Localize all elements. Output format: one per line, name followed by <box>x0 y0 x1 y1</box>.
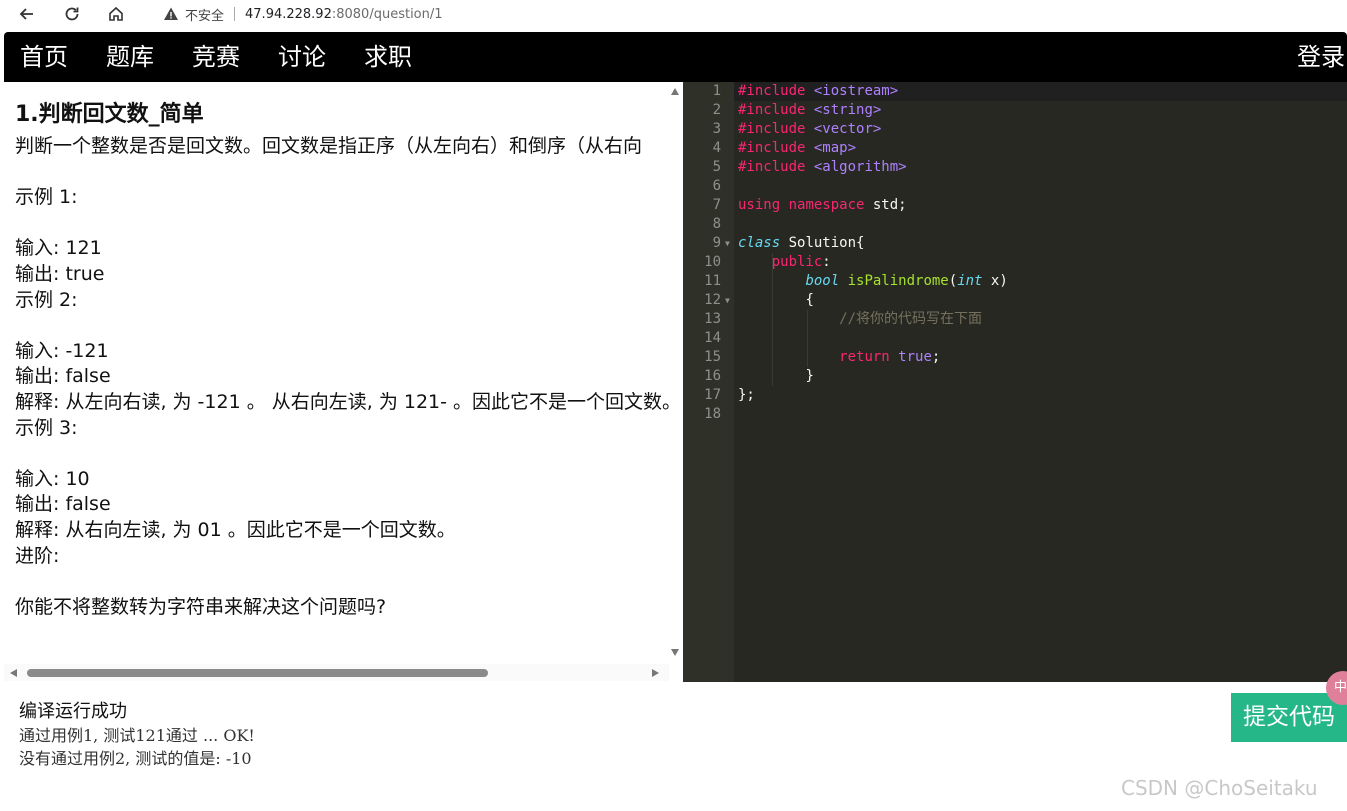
reload-icon[interactable] <box>60 3 84 25</box>
scroll-down-icon[interactable] <box>671 649 679 656</box>
line-number: 5 <box>712 159 721 175</box>
line-number: 3 <box>712 121 721 137</box>
address-bar[interactable]: 不安全 47.94.228.92:8080/question/1 <box>145 1 1335 27</box>
code-line: } <box>738 367 814 386</box>
identifier: std; <box>864 197 907 213</box>
include-path: <algorithm> <box>813 159 907 175</box>
nav-item-problems[interactable]: 题库 <box>106 42 154 72</box>
punctuation: } <box>805 368 814 384</box>
include-path: <vector> <box>813 121 882 137</box>
line-number: 10 <box>704 254 721 270</box>
keyword: using <box>738 197 781 213</box>
line-number: 9 <box>712 235 721 251</box>
code-line: }; <box>738 386 755 405</box>
url-host[interactable]: 47.94.228.92 <box>245 7 332 22</box>
code-line: using namespace std; <box>738 196 907 215</box>
warning-icon <box>164 7 178 20</box>
code-line: #include <iostream> <box>738 82 898 101</box>
question-title: 1.判断回文数_简单 <box>15 102 204 127</box>
punctuation: : <box>822 254 831 270</box>
line-number: 6 <box>712 178 721 194</box>
punctuation: ; <box>931 349 941 365</box>
function-name: isPalindrome <box>847 273 949 289</box>
nav-item-home[interactable]: 首页 <box>20 42 68 72</box>
type-keyword: bool <box>805 273 840 289</box>
editor-gutter: 1 2 3 4 5 6 7 8 9 10 11 12 13 14 15 16 1… <box>683 82 734 682</box>
code-line: #include <vector> <box>738 120 881 139</box>
identifier: x) <box>982 273 1008 289</box>
result-line: 没有通过用例2, 测试的值是: -10 <box>19 749 252 768</box>
line-number: 7 <box>712 197 721 213</box>
type-keyword: int <box>957 273 983 289</box>
preprocessor: #include <box>738 121 806 137</box>
scroll-left-icon[interactable] <box>10 669 17 677</box>
constant: true <box>898 349 932 365</box>
security-label[interactable]: 不安全 <box>185 5 224 24</box>
watermark: CSDN @ChoSeitaku <box>1121 776 1318 800</box>
line-number: 17 <box>704 387 721 403</box>
line-number: 13 <box>704 311 721 327</box>
keyword: namespace <box>788 197 865 213</box>
nav-item-jobs[interactable]: 求职 <box>364 42 412 72</box>
line-number: 18 <box>704 406 721 422</box>
code-line: class Solution{ <box>738 234 864 253</box>
code-line: #include <algorithm> <box>738 158 907 177</box>
code-line: public: <box>738 253 831 272</box>
scrollbar-thumb[interactable] <box>27 669 488 677</box>
fold-arrow-icon[interactable]: ▼ <box>725 291 730 310</box>
home-icon[interactable] <box>104 3 128 25</box>
horizontal-scrollbar[interactable] <box>4 664 669 681</box>
punctuation: ( <box>948 273 958 289</box>
keyword: class <box>738 235 781 251</box>
vertical-scrollbar[interactable] <box>669 82 681 662</box>
top-navbar: 首页 题库 竞赛 讨论 求职 登录 <box>4 32 1347 82</box>
fold-arrow-icon[interactable]: ▼ <box>725 234 730 253</box>
include-path: <map> <box>813 140 857 156</box>
line-number: 12 <box>704 292 721 308</box>
comment: //将你的代码写在下面 <box>839 311 983 327</box>
result-panel: 编译运行成功 通过用例1, 测试121通过 ... OK! 没有通过用例2, 测… <box>19 700 1219 770</box>
code-line: bool isPalindrome(int x) <box>738 272 1008 291</box>
code-line: #include <map> <box>738 139 856 158</box>
line-number: 1 <box>712 83 721 99</box>
preprocessor: #include <box>738 159 806 175</box>
question-description: 判断一个整数是否是回文数。回文数是指正序（从左向右）和倒序（从右向 示例 1: … <box>15 135 670 618</box>
identifier: Solution{ <box>780 235 865 251</box>
browser-toolbar: 不安全 47.94.228.92:8080/question/1 <box>0 0 1347 30</box>
divider <box>234 7 236 21</box>
code-editor[interactable]: 1 2 3 4 5 6 7 8 9 10 11 12 13 14 15 16 1… <box>683 82 1347 682</box>
include-path: <string> <box>813 102 882 118</box>
punctuation: }; <box>738 387 755 403</box>
preprocessor: #include <box>738 140 806 156</box>
scroll-right-icon[interactable] <box>652 669 659 677</box>
result-line: 通过用例1, 测试121通过 ... OK! <box>19 726 255 745</box>
line-number: 11 <box>704 273 721 289</box>
keyword: public <box>771 254 823 270</box>
compile-status: 编译运行成功 <box>19 701 127 722</box>
line-number: 15 <box>704 349 721 365</box>
code-line: { <box>738 291 814 310</box>
question-panel[interactable]: 1.判断回文数_简单 判断一个整数是否是回文数。回文数是指正序（从左向右）和倒序… <box>4 82 683 682</box>
keyword: return <box>839 349 890 365</box>
back-arrow-icon[interactable] <box>15 3 39 25</box>
code-line: //将你的代码写在下面 <box>738 310 982 329</box>
line-number: 2 <box>712 102 721 118</box>
line-number: 16 <box>704 368 721 384</box>
login-link[interactable]: 登录 <box>1297 42 1345 72</box>
punctuation: { <box>805 292 814 308</box>
line-number: 14 <box>704 330 721 346</box>
nav-item-discuss[interactable]: 讨论 <box>278 42 326 72</box>
preprocessor: #include <box>738 83 806 99</box>
url-path[interactable]: :8080/question/1 <box>332 7 443 22</box>
code-line: #include <string> <box>738 101 881 120</box>
nav-item-contest[interactable]: 竞赛 <box>192 42 240 72</box>
preprocessor: #include <box>738 102 806 118</box>
scroll-up-icon[interactable] <box>671 88 679 95</box>
include-path: <iostream> <box>813 83 899 99</box>
code-line: return true; <box>738 348 940 367</box>
line-number: 8 <box>712 216 721 232</box>
submit-code-button[interactable]: 提交代码 <box>1231 693 1347 742</box>
line-number: 4 <box>712 140 721 156</box>
